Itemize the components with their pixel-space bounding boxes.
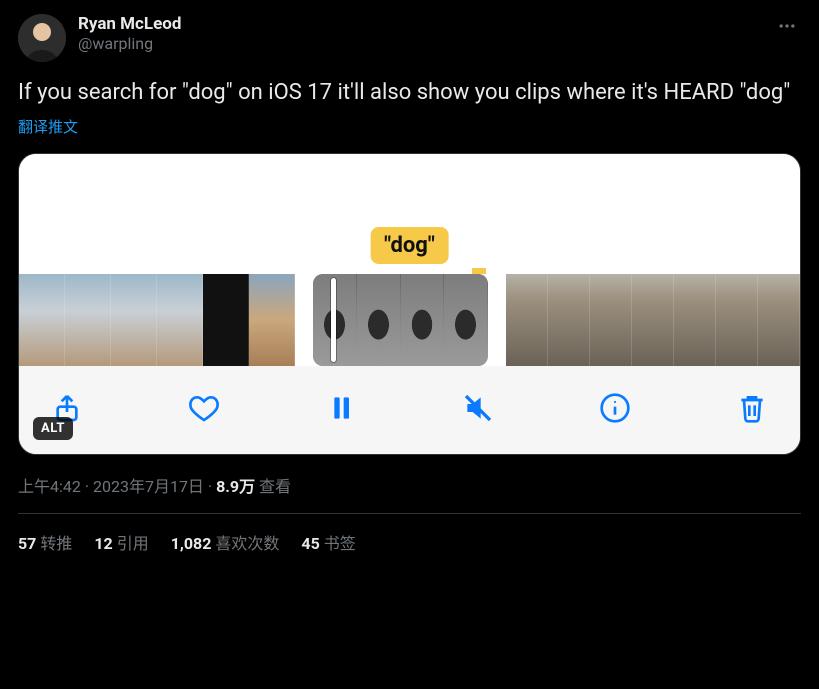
tweet-container: Ryan McLeod @warpling If you search for … — [0, 0, 819, 554]
timeline-frame — [444, 274, 488, 366]
author-names: Ryan McLeod @warpling — [78, 14, 773, 54]
timeline-frame — [716, 274, 758, 366]
info-button[interactable] — [597, 390, 633, 426]
clip-group[interactable] — [19, 274, 295, 366]
media-caption-area: "dog" — [19, 154, 800, 274]
tweet-header: Ryan McLeod @warpling — [18, 14, 801, 62]
playhead-cursor[interactable] — [331, 278, 336, 362]
timeline-frame — [590, 274, 632, 366]
trash-button[interactable] — [734, 390, 770, 426]
author-handle[interactable]: @warpling — [78, 34, 773, 54]
timeline-frame — [401, 274, 445, 366]
bookmarks-stat[interactable]: 45书签 — [301, 530, 355, 554]
clip-group-active[interactable] — [313, 274, 488, 366]
mute-button[interactable] — [460, 390, 496, 426]
engagement-stats: 57转推 12引用 1,082喜欢次数 45书签 — [18, 514, 801, 554]
author-display-name[interactable]: Ryan McLeod — [78, 14, 773, 34]
timeline-frame — [65, 274, 111, 366]
timeline-frame — [506, 274, 548, 366]
alt-badge[interactable]: ALT — [33, 417, 73, 440]
timeline-frame — [203, 274, 249, 366]
caption-bubble: "dog" — [370, 227, 449, 264]
timeline-frame — [111, 274, 157, 366]
tweet-meta[interactable]: 上午4:42 · 2023年7月17日 · 8.9万 查看 — [18, 473, 801, 497]
timeline-frame — [674, 274, 716, 366]
timeline-frame — [357, 274, 401, 366]
likes-stat[interactable]: 1,082喜欢次数 — [171, 530, 280, 554]
clip-group[interactable] — [506, 274, 800, 366]
timeline-frame — [758, 274, 800, 366]
media-attachment[interactable]: "dog" — [18, 153, 801, 455]
tweet-text: If you search for "dog" on iOS 17 it'll … — [18, 78, 801, 108]
heart-button[interactable] — [186, 390, 222, 426]
timeline-frame — [548, 274, 590, 366]
retweets-stat[interactable]: 57转推 — [18, 530, 72, 554]
views-label: 查看 — [255, 477, 291, 496]
tweet-date: 2023年7月17日 — [93, 477, 204, 496]
translate-link[interactable]: 翻译推文 — [18, 116, 801, 137]
video-timeline[interactable] — [19, 274, 800, 366]
more-options-button[interactable] — [773, 14, 801, 43]
views-count: 8.9万 — [216, 477, 255, 496]
timeline-frame — [632, 274, 674, 366]
timeline-frame — [249, 274, 295, 366]
pause-button[interactable] — [323, 390, 359, 426]
author-avatar[interactable] — [18, 14, 66, 62]
timeline-frame — [157, 274, 203, 366]
timeline-frame — [19, 274, 65, 366]
tweet-time: 上午4:42 — [18, 477, 81, 496]
quotes-stat[interactable]: 12引用 — [94, 530, 148, 554]
media-toolbar — [19, 366, 800, 454]
